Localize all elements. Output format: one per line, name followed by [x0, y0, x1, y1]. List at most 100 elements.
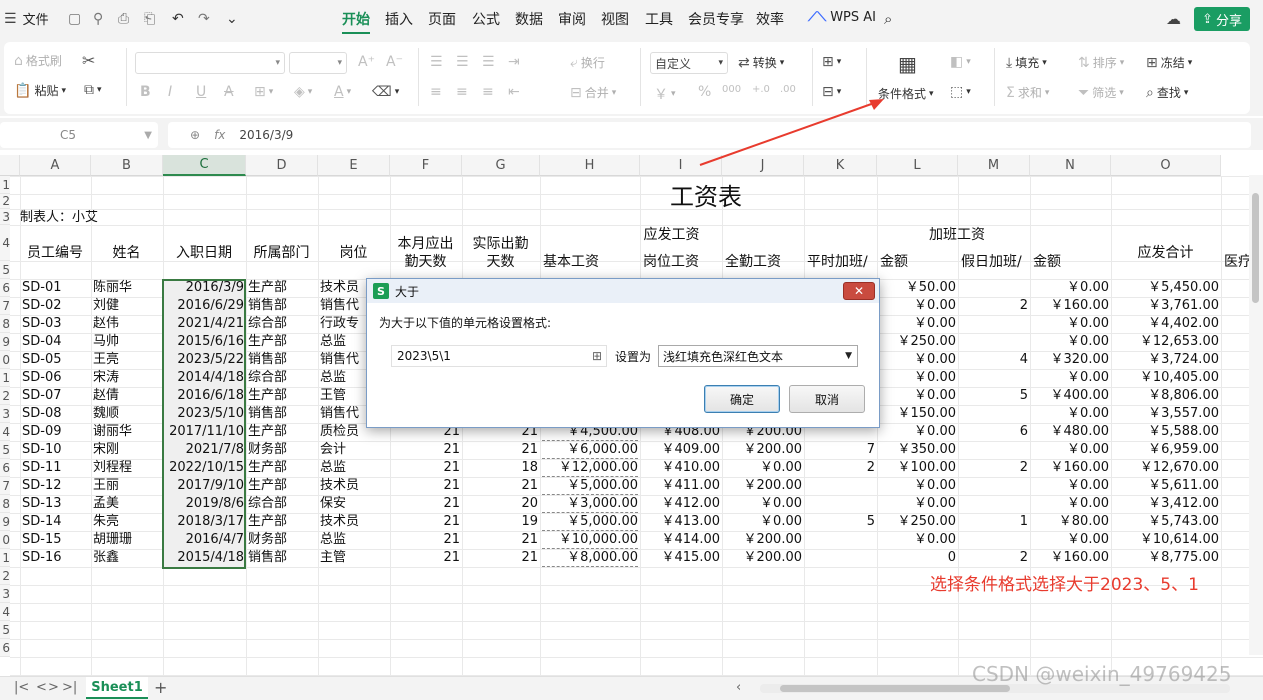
cell-due-days[interactable]: 21: [392, 459, 460, 477]
cell-holiday-ot[interactable]: [960, 495, 1028, 513]
header-total[interactable]: 应发合计: [1111, 243, 1220, 263]
cell-base-pay[interactable]: ￥5,000.00: [542, 513, 638, 531]
cell-weekday-ot-amount[interactable]: ￥0.00: [879, 351, 956, 369]
cell-name[interactable]: 孟美: [93, 495, 161, 513]
header-overtime[interactable]: 加班工资: [804, 225, 1110, 245]
conditional-format-icon-wrap[interactable]: ▦: [898, 52, 917, 76]
fill-button[interactable]: ⤓ 填充 ▾: [1006, 54, 1047, 71]
share-button[interactable]: ⇪ 分享: [1194, 7, 1250, 31]
cell-holiday-ot-amount[interactable]: ￥0.00: [1032, 477, 1109, 495]
row-header[interactable]: 6: [0, 459, 10, 477]
row-header[interactable]: 8: [0, 315, 10, 333]
header-dept[interactable]: 所属部门: [246, 243, 317, 263]
row-header[interactable]: 7: [0, 297, 10, 315]
cell-holiday-ot-amount[interactable]: ￥0.00: [1032, 531, 1109, 549]
cell-base-pay[interactable]: ￥5,000.00: [542, 477, 638, 495]
row-header[interactable]: 2: [0, 567, 10, 585]
cell-total[interactable]: ￥5,450.00: [1113, 279, 1219, 297]
cell-medical[interactable]: [1224, 477, 1248, 495]
tab-page[interactable]: 页面: [428, 10, 456, 30]
cell-weekday-ot-amount[interactable]: ￥150.00: [879, 405, 957, 423]
cell-weekday-ot-amount[interactable]: ￥0.00: [879, 477, 956, 495]
cell-name[interactable]: 魏顺: [93, 405, 161, 423]
cell-total[interactable]: ￥3,761.00: [1113, 297, 1219, 315]
row-header[interactable]: 9: [0, 333, 10, 351]
indent-button[interactable]: ⇥: [508, 54, 520, 70]
cell-base-pay[interactable]: ￥10,000.00: [542, 531, 638, 549]
cell-holiday-ot[interactable]: [960, 315, 1028, 333]
cell-weekday-ot-amount[interactable]: ￥0.00: [879, 297, 956, 315]
print-preview-icon[interactable]: ⎗: [144, 11, 155, 27]
wrap-text-button[interactable]: ⤶ 换行: [570, 54, 605, 71]
cell-total[interactable]: ￥3,557.00: [1113, 405, 1219, 423]
cell-dept[interactable]: 生产部: [248, 477, 316, 495]
cell-weekday-ot-amount[interactable]: ￥0.00: [879, 531, 956, 549]
row-header[interactable]: 6: [0, 639, 10, 657]
header-payable[interactable]: 应发工资: [540, 225, 803, 245]
cell-name[interactable]: 刘健: [93, 297, 161, 315]
column-header-f[interactable]: F: [390, 155, 462, 176]
format-painter-button[interactable]: ⌂ 格式刷: [14, 52, 62, 69]
ok-button[interactable]: 确定: [704, 385, 780, 413]
header-due-days-line1[interactable]: 本月应出: [390, 234, 461, 254]
paste-button[interactable]: 📋 粘贴 ▾: [14, 82, 66, 99]
row-header[interactable]: 2: [0, 387, 10, 405]
cell-name[interactable]: 赵倩: [93, 387, 161, 405]
name-box[interactable]: C5 ▼: [0, 122, 158, 148]
cell-dept[interactable]: 综合部: [248, 369, 316, 387]
sum-button[interactable]: Σ 求和 ▾: [1006, 84, 1049, 101]
tab-tools[interactable]: 工具: [645, 10, 673, 30]
wps-ai-button[interactable]: ⟋⟍ WPS AI: [808, 10, 876, 25]
cell-emp-id[interactable]: SD-09: [22, 423, 89, 441]
row-header[interactable]: 5: [0, 261, 10, 279]
cell-holiday-ot-amount[interactable]: ￥0.00: [1032, 315, 1109, 333]
cell-attendance-pay[interactable]: ￥200.00: [724, 531, 803, 549]
header-weekday-ot[interactable]: 平时加班/: [804, 252, 876, 272]
column-header-c[interactable]: C: [163, 155, 246, 176]
cell-weekday-ot[interactable]: [806, 477, 875, 495]
cell-holiday-ot[interactable]: 5: [960, 387, 1028, 405]
row-header[interactable]: 9: [0, 513, 10, 531]
clear-button[interactable]: ⌫ ▾: [372, 84, 399, 100]
italic-button[interactable]: I: [168, 84, 172, 100]
cell-emp-id[interactable]: SD-13: [22, 495, 89, 513]
cell-dept[interactable]: 销售部: [248, 549, 316, 567]
cell-actual-days[interactable]: 21: [464, 477, 538, 495]
tab-formula[interactable]: 公式: [472, 10, 500, 30]
cell-name[interactable]: 马帅: [93, 333, 161, 351]
last-sheet-icon[interactable]: >|: [62, 680, 77, 695]
zoom-icon[interactable]: ⊕: [190, 128, 200, 142]
cloud-upload-icon[interactable]: ☁: [1166, 11, 1181, 27]
row-header[interactable]: 1: [0, 549, 10, 567]
cell-total[interactable]: ￥5,588.00: [1113, 423, 1219, 441]
cell-holiday-ot-amount[interactable]: ￥0.00: [1032, 441, 1109, 459]
header-emp-id[interactable]: 员工编号: [20, 243, 90, 263]
row-header[interactable]: 4: [0, 423, 10, 441]
cell-position[interactable]: 技术员: [320, 513, 388, 531]
font-family-select[interactable]: ▾: [135, 52, 285, 74]
cell-post-pay[interactable]: ￥414.00: [642, 531, 721, 549]
align-center-button[interactable]: ≡: [456, 84, 468, 100]
header-attendance[interactable]: 全勤工资: [722, 252, 803, 272]
cell-total[interactable]: ￥8,806.00: [1113, 387, 1219, 405]
cell-weekday-ot-amount[interactable]: ￥50.00: [879, 279, 956, 297]
header-holiday-ot[interactable]: 假日加班/: [958, 252, 1029, 272]
cell-dept[interactable]: 生产部: [248, 423, 316, 441]
cancel-button[interactable]: 取消: [789, 385, 865, 413]
cell-weekday-ot-amount[interactable]: ￥0.00: [879, 423, 956, 441]
cell-position[interactable]: 主管: [320, 549, 388, 567]
cell-actual-days[interactable]: 21: [464, 441, 538, 459]
cut-button[interactable]: ✂: [82, 51, 95, 70]
cell-total[interactable]: ￥10,405.00: [1113, 369, 1219, 387]
cell-total[interactable]: ￥12,670.00: [1113, 459, 1219, 477]
cell-dept[interactable]: 财务部: [248, 531, 316, 549]
number-format-select[interactable]: 自定义 ▾: [650, 52, 728, 74]
header-post-pay[interactable]: 岗位工资: [640, 252, 721, 272]
cell-medical[interactable]: [1224, 549, 1248, 567]
cell-base-pay[interactable]: ￥3,000.00: [542, 495, 638, 513]
cell-position[interactable]: 总监: [320, 531, 388, 549]
cell-emp-id[interactable]: SD-08: [22, 405, 89, 423]
row-header[interactable]: 4: [0, 225, 10, 261]
header-amount-2[interactable]: 金额: [1030, 252, 1110, 272]
column-header-m[interactable]: M: [958, 155, 1030, 176]
